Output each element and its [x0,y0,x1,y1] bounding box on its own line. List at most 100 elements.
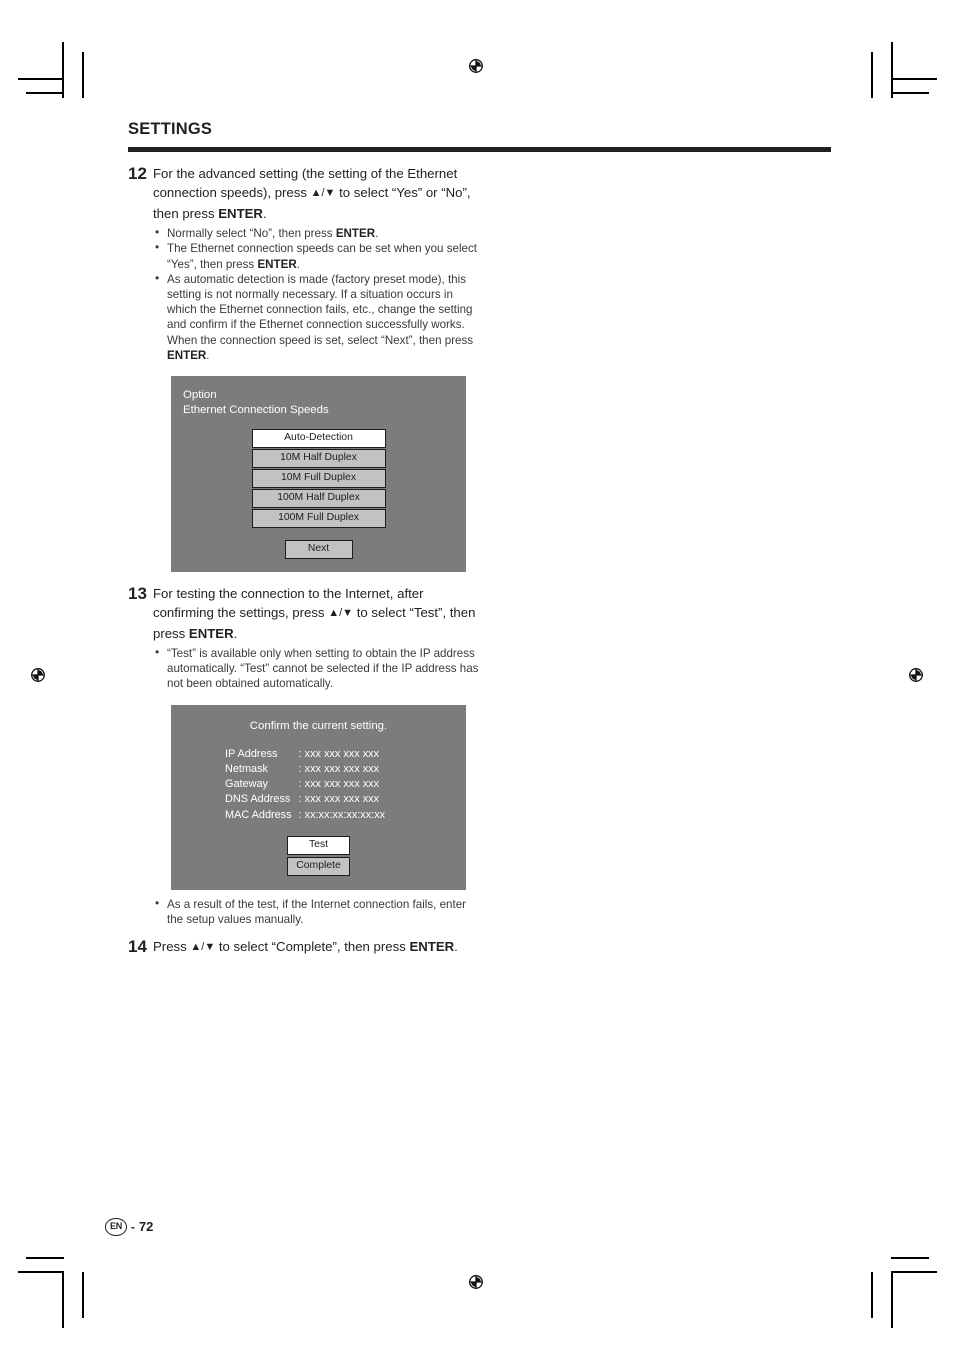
step-12-text-c: . [262,206,267,222]
crop-mark-top-right-horizontal-inner [891,92,929,94]
step-12-bullet-3-continuation: When the connection speed is set, select… [153,333,483,363]
step-13-bullet-1: “Test” is available only when setting to… [153,645,483,692]
step-12: 12 For the advanced setting (the setting… [128,164,832,572]
step-13: 13 For testing the connection to the Int… [128,584,832,928]
netmask-value: : xxx xxx xxx xxx [299,762,386,777]
option-100m-half-duplex[interactable]: 100M Half Duplex [251,488,386,508]
mac-address-separator: : [298,808,302,821]
step-13-bullet-1-text: “Test” is available only when setting to… [167,646,479,691]
step-14: 14 Press ▲/▼ to select “Complete”, then … [128,937,832,958]
network-settings-table: IP Address : xxx xxx xxx xxx Netmask : x… [225,747,385,823]
crop-mark-top-left-vertical-inner [82,52,84,98]
next-button[interactable]: Next [284,539,353,559]
crop-mark-bottom-right-vertical-outer [891,1272,893,1328]
step-13-text-c: . [233,625,238,641]
gateway-separator: : [298,778,302,791]
next-button-wrapper: Next [284,539,353,559]
gateway-label: Gateway [225,778,268,791]
step-14-text-c: . [454,939,458,955]
step-13-bullet-list: “Test” is available only when setting to… [153,645,483,692]
step-12-bullet-1-bold: ENTER [335,227,376,241]
step-14-text-b: to select “Complete”, then press [215,939,410,955]
page-footer: EN - 72 [105,1218,153,1236]
option-auto-detection[interactable]: Auto-Detection [251,428,386,448]
mac-address-value: : xx:xx:xx:xx:xx:xx [299,808,386,823]
registration-mark-bottom-center [466,1272,486,1292]
step-12-bullet-1-tail: . [375,227,379,241]
confirm-screen-button-group: Test Complete [287,836,350,877]
screen-option-title-line-1: Option [183,388,217,401]
registration-mark-left-middle [28,665,48,685]
up-down-arrow-icon: ▲/▼ [310,187,336,200]
step-12-number: 12 [128,164,147,184]
ip-address-text: xxx xxx xxx xxx [304,747,380,760]
step-12-bullet-2: The Ethernet connection speeds can be se… [153,240,483,271]
step-12-bullet-list: Normally select “No”, then press ENTER. … [153,225,483,363]
crop-mark-bottom-left-horizontal-outer [18,1271,64,1273]
screen-ethernet-connection-speeds: Option Ethernet Connection Speeds Auto-D… [171,375,466,572]
step-12-body: For the advanced setting (the setting of… [153,164,483,572]
registration-mark-right-middle [906,665,926,685]
mac-address-text: xx:xx:xx:xx:xx:xx [304,808,386,821]
crop-mark-bottom-left-vertical-inner [82,1272,84,1318]
footer-separator: - [130,1219,135,1234]
ip-address-separator: : [298,747,302,760]
up-down-arrow-icon: ▲/▼ [328,606,354,619]
step-12-instruction: For the advanced setting (the setting of… [153,164,483,223]
step-14-text-a: Press [153,939,191,955]
page-content: SETTINGS 12 For the advanced setting (th… [128,120,832,1240]
step-14-number: 14 [128,937,147,957]
dns-address-separator: : [298,793,302,806]
step-12-bullet-3-text: As automatic detection is made (factory … [167,272,473,332]
step-14-body: Press ▲/▼ to select “Complete”, then pre… [153,937,483,958]
table-row: MAC Address : xx:xx:xx:xx:xx:xx [225,808,385,823]
option-100m-full-duplex[interactable]: 100M Full Duplex [251,508,386,528]
language-badge: EN [105,1218,127,1236]
step-12-enter-key: ENTER [218,206,263,222]
option-10m-full-duplex[interactable]: 10M Full Duplex [251,468,386,488]
step-12-bullet-1: Normally select “No”, then press ENTER. [153,225,483,241]
gateway-text: xxx xxx xxx xxx [304,778,380,791]
registration-mark-top-center [466,56,486,76]
screen-option-title-line-2: Ethernet Connection Speeds [183,403,329,416]
test-button[interactable]: Test [287,836,350,856]
after-confirm-note-list: As a result of the test, if the Internet… [153,896,483,927]
step-12-bullet-3b-tail: . [206,348,210,362]
step-14-instruction: Press ▲/▼ to select “Complete”, then pre… [153,937,483,958]
netmask-label: Netmask [225,762,268,775]
table-row: DNS Address : xxx xxx xxx xxx [225,792,385,807]
step-12-bullet-1-text: Normally select “No”, then press [167,227,336,241]
option-10m-half-duplex[interactable]: 10M Half Duplex [251,448,386,468]
screen-confirm-current-setting: Confirm the current setting. IP Address … [171,704,466,891]
step-12-bullet-2-text: The Ethernet connection speeds can be se… [167,242,478,271]
ip-address-label: IP Address [225,747,278,760]
netmask-text: xxx xxx xxx xxx [304,762,380,775]
step-12-bullet-3b-bold: ENTER [167,348,207,362]
crop-mark-top-right-vertical-inner [871,52,873,98]
crop-mark-bottom-right-horizontal-inner [891,1257,929,1259]
step-13-enter-key: ENTER [188,625,234,641]
dns-address-label: DNS Address [225,793,291,806]
step-13-number: 13 [128,583,147,603]
screen-confirm-heading: Confirm the current setting. [249,719,388,732]
complete-button[interactable]: Complete [287,857,350,877]
up-down-arrow-icon: ▲/▼ [190,941,216,954]
crop-mark-bottom-left-vertical-outer [62,1272,64,1328]
title-rule-divider [128,147,831,153]
table-row: IP Address : xxx xxx xxx xxx [225,747,385,762]
table-row: Netmask : xxx xxx xxx xxx [225,762,385,777]
mac-address-label: MAC Address [225,808,292,821]
step-12-bullet-2-tail: . [296,257,300,271]
ethernet-speed-option-list: Auto-Detection 10M Half Duplex 10M Full … [251,428,386,528]
crop-mark-top-left-horizontal-outer [18,78,64,80]
ip-address-value: : xxx xxx xxx xxx [299,747,386,762]
crop-mark-bottom-right-horizontal-outer [891,1271,937,1273]
page-title: SETTINGS [128,120,213,138]
step-12-bullet-2-bold: ENTER [257,257,297,271]
crop-mark-bottom-left-horizontal-inner [26,1257,64,1259]
step-12-bullet-3b-text: When the connection speed is set, select… [167,333,474,347]
dns-address-value: : xxx xxx xxx xxx [299,792,386,807]
step-13-instruction: For testing the connection to the Intern… [153,584,483,643]
crop-mark-top-left-vertical-outer [62,42,64,98]
netmask-separator: : [298,762,302,775]
